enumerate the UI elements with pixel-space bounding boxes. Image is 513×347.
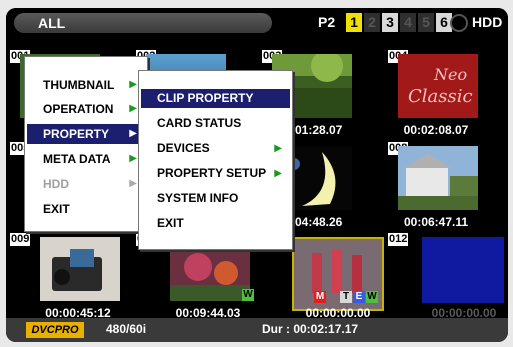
classic-logo-text: Classic (408, 86, 473, 107)
clip-thumbnail[interactable]: 008 00:06:47.11 (388, 142, 484, 236)
tab-all[interactable]: ALL (14, 13, 272, 33)
submenu-item-clip-property[interactable]: CLIP PROPERTY (141, 89, 290, 108)
submenu-item-devices[interactable]: DEVICES ▶ (141, 139, 290, 158)
slot-2[interactable]: 2 (364, 13, 380, 32)
menu-item-property[interactable]: PROPERTY ▶ (27, 124, 145, 144)
badge-m: M (314, 291, 326, 303)
p2-label: P2 (318, 14, 336, 30)
slot-1[interactable]: 1 (346, 13, 362, 32)
hdd-icon (450, 14, 468, 32)
clip-image (40, 237, 120, 301)
submenu-arrow-icon: ▶ (129, 128, 137, 139)
clip-number: 012 (388, 233, 409, 246)
submenu-arrow-icon: ▶ (129, 153, 137, 164)
clip-timecode: 00:06:47.11 (403, 215, 469, 229)
top-bar: ALL P2 1 2 3 4 5 6 HDD (6, 8, 508, 38)
viewer-screen: ALL P2 1 2 3 4 5 6 HDD 001 002 003 00:01… (6, 8, 508, 342)
codec-badge: DVCPRO (26, 322, 84, 338)
menu-item-exit[interactable]: EXIT (27, 199, 145, 219)
clip-timecode: 00:02:08.07 (403, 123, 469, 137)
menu-item-thumbnail[interactable]: THUMBNAIL ▶ (27, 75, 145, 95)
submenu-arrow-icon: ▶ (274, 168, 282, 179)
slot-5[interactable]: 5 (418, 13, 434, 32)
submenu-item-card-status[interactable]: CARD STATUS (141, 114, 290, 133)
neo-logo-text: Neo (433, 65, 467, 84)
duration-readout: Dur : 00:02:17.17 (262, 322, 359, 336)
status-bar: DVCPRO 480/60i Dur : 00:02:17.17 (6, 318, 508, 342)
clip-image (422, 237, 504, 303)
badge-t: T (340, 291, 352, 303)
menu-item-operation[interactable]: OPERATION ▶ (27, 99, 145, 119)
property-submenu: CLIP PROPERTY CARD STATUS DEVICES ▶ PROPE… (138, 70, 293, 250)
badge-w: W (366, 291, 378, 303)
menu-item-meta-data[interactable]: META DATA ▶ (27, 149, 145, 169)
submenu-arrow-icon: ▶ (274, 143, 282, 154)
clip-image (398, 146, 478, 210)
clip-thumbnail[interactable]: 012 00:00:00.00 (388, 233, 504, 327)
submenu-item-exit[interactable]: EXIT (141, 214, 290, 233)
submenu-arrow-icon: ▶ (129, 178, 137, 189)
submenu-arrow-icon: ▶ (129, 103, 137, 114)
badge-e: E (353, 291, 365, 303)
context-menu: THUMBNAIL ▶ OPERATION ▶ PROPERTY ▶ META DAT… (24, 56, 148, 232)
submenu-item-system-info[interactable]: SYSTEM INFO (141, 189, 290, 208)
slot-4[interactable]: 4 (400, 13, 416, 32)
menu-item-hdd[interactable]: HDD ▶ (27, 174, 145, 194)
submenu-arrow-icon: ▶ (129, 79, 137, 90)
submenu-item-property-setup[interactable]: PROPERTY SETUP ▶ (141, 164, 290, 183)
clip-number: 009 (10, 233, 31, 246)
hdd-label[interactable]: HDD (472, 14, 502, 30)
slot-3[interactable]: 3 (382, 13, 398, 32)
video-format: 480/60i (106, 322, 147, 336)
clip-thumbnail[interactable]: 009 00:00:45:12 (10, 233, 120, 327)
badge-w: W (242, 289, 254, 301)
clip-thumbnail[interactable]: 004 Neo Classic 00:02:08.07 (388, 50, 484, 144)
clip-image: Neo Classic (398, 54, 478, 118)
